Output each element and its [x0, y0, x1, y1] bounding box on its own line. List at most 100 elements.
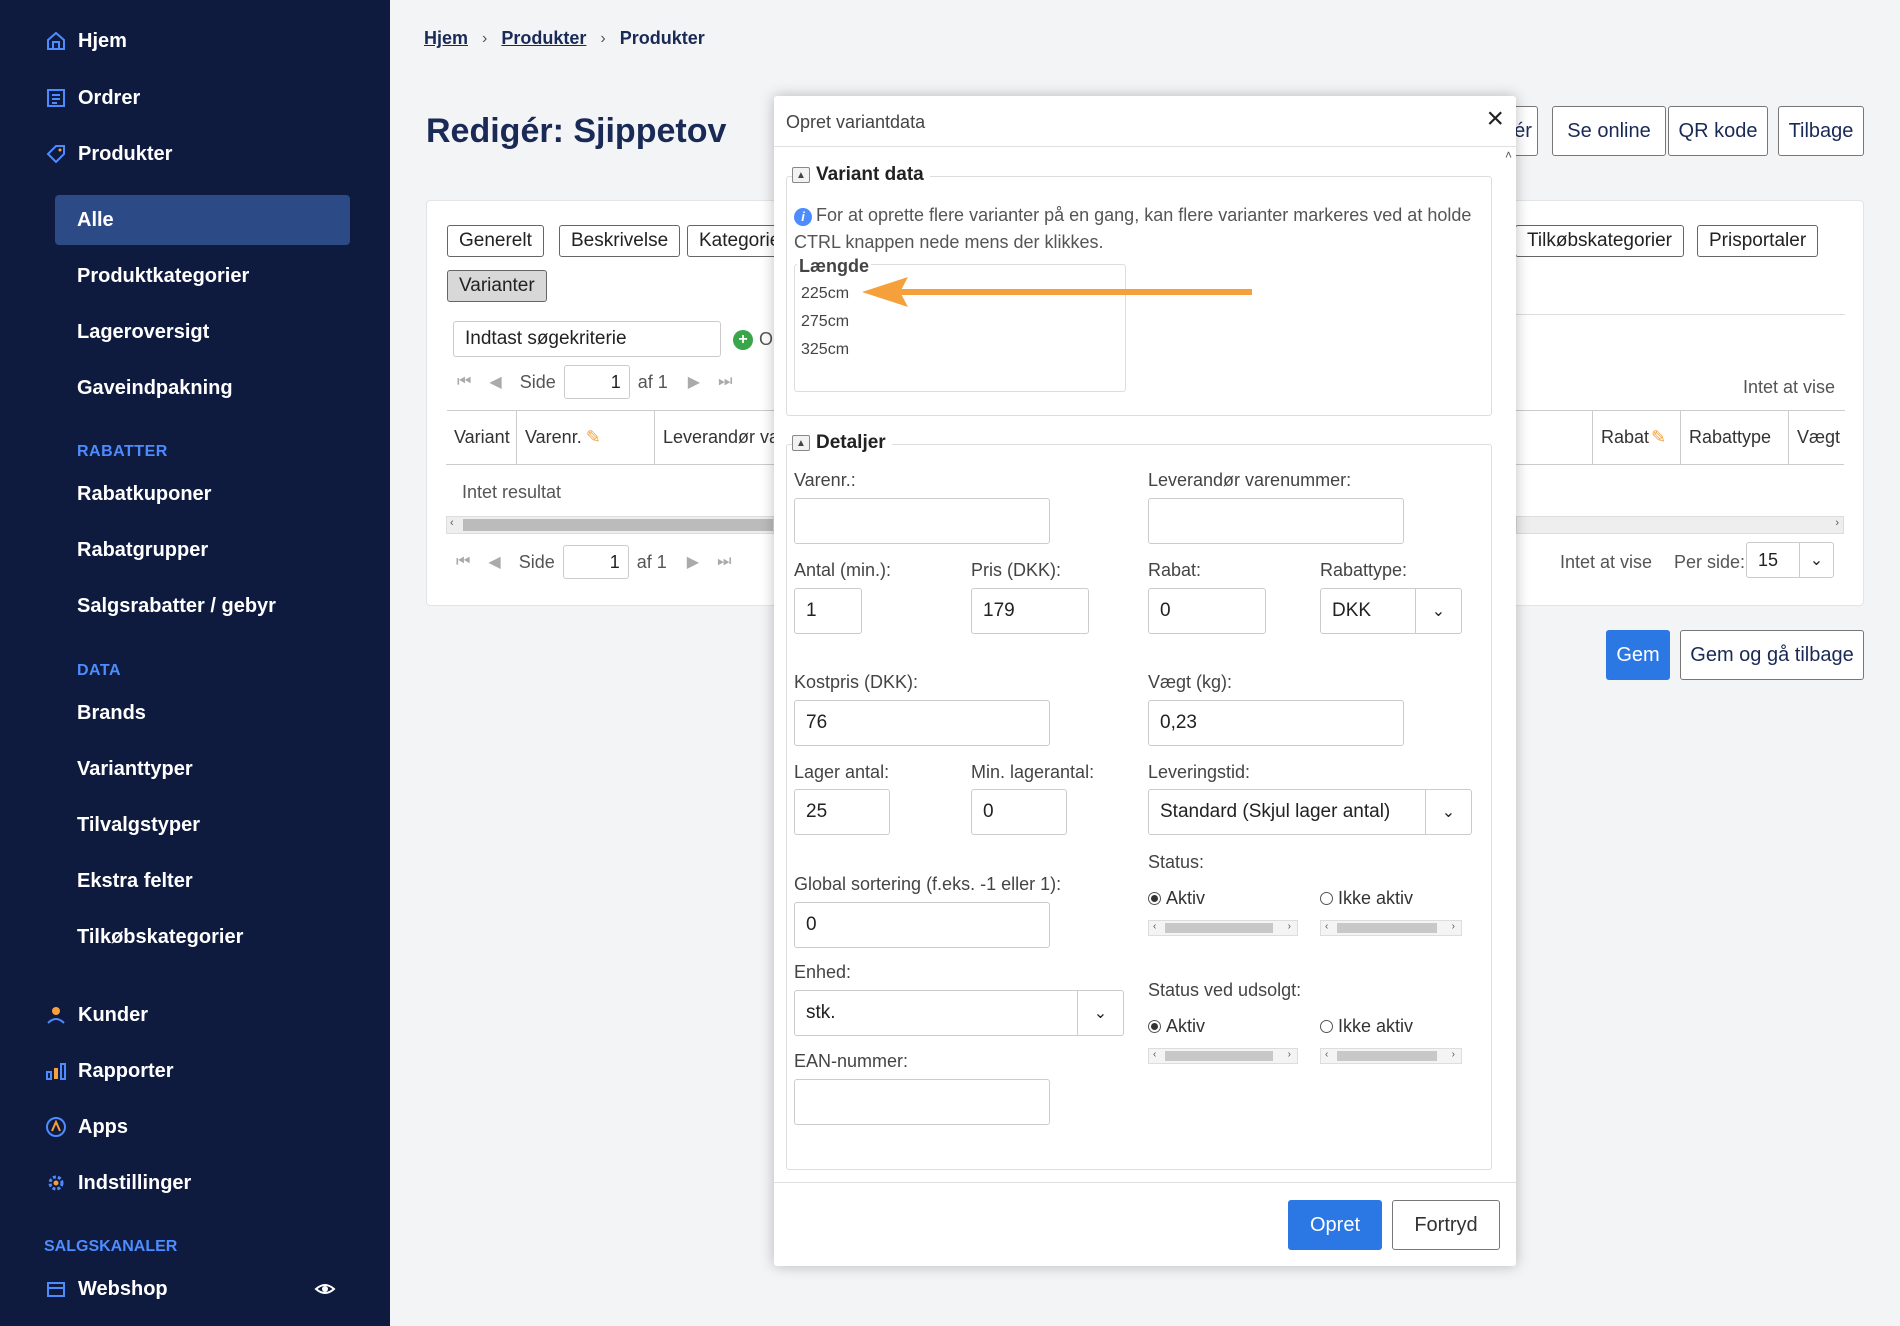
first-page-icon[interactable]: ⏮ — [457, 373, 471, 391]
list-option[interactable]: 275cm — [801, 313, 849, 331]
sidebar-sub-alle[interactable]: Alle — [77, 200, 114, 240]
sidebar-sub-gaveindpakning[interactable]: Gaveindpakning — [77, 368, 233, 408]
enhed-select[interactable]: stk. ⌄ — [794, 990, 1124, 1036]
tab-tilkobskategorier[interactable]: Tilkøbskategorier — [1515, 225, 1685, 257]
rabat-input[interactable]: 0 — [1148, 588, 1266, 634]
column-header-vaegt[interactable]: Vægt — [1788, 410, 1844, 464]
udsolgt-ikke-aktiv-radio[interactable]: Ikke aktiv — [1320, 1016, 1413, 1037]
pris-input[interactable]: 179 — [971, 588, 1089, 634]
tab-beskrivelse[interactable]: Beskrivelse — [559, 225, 681, 257]
tab-kategorier[interactable]: Kategorie — [687, 225, 777, 257]
status-scrollbar-1[interactable]: ‹ › — [1148, 920, 1298, 936]
sortering-input[interactable]: 0 — [794, 902, 1050, 948]
ean-input[interactable] — [794, 1079, 1050, 1125]
sidebar-item-salgsrabatter[interactable]: Salgsrabatter / gebyr — [77, 586, 276, 626]
prev-page-icon[interactable]: ◀ — [488, 552, 500, 572]
last-page-icon[interactable]: ⏭ — [717, 553, 731, 571]
scroll-right-icon[interactable]: › — [1835, 517, 1839, 529]
collapse-icon[interactable]: ▲ — [792, 435, 810, 451]
rabattype-select[interactable]: DKK ⌄ — [1320, 588, 1462, 634]
sidebar-item-ordrer[interactable]: Ordrer — [44, 78, 140, 118]
scroll-up-icon[interactable]: ˄ — [1505, 148, 1512, 162]
sidebar-item-rapporter[interactable]: Rapporter — [44, 1051, 174, 1091]
udsolgt-scrollbar-2[interactable]: ‹ › — [1320, 1048, 1462, 1064]
collapse-icon[interactable]: ▲ — [792, 167, 810, 183]
tab-prisportaler[interactable]: Prisportaler — [1697, 225, 1819, 257]
next-page-icon[interactable]: ▶ — [688, 372, 700, 392]
first-page-icon[interactable]: ⏮ — [456, 553, 470, 571]
scroll-thumb[interactable] — [1165, 923, 1273, 933]
prev-page-icon[interactable]: ◀ — [489, 372, 501, 392]
status-scrollbar-2[interactable]: ‹ › — [1320, 920, 1462, 936]
add-variant-button[interactable]: + O — [733, 329, 773, 350]
tilbage-button[interactable]: Tilbage — [1778, 106, 1864, 156]
antal-input[interactable]: 1 — [794, 588, 862, 634]
udsolgt-aktiv-radio[interactable]: Aktiv — [1148, 1016, 1205, 1037]
scroll-left-icon[interactable]: ‹ — [1153, 921, 1156, 932]
scroll-right-icon[interactable]: › — [1452, 921, 1455, 932]
sidebar-sub-produktkategorier[interactable]: Produktkategorier — [77, 256, 249, 296]
eye-icon[interactable] — [314, 1278, 336, 1305]
table-scrollbar-left[interactable]: ‹ — [446, 516, 774, 534]
variant-search-input[interactable]: Indtast søgekriterie — [453, 321, 721, 357]
status-ikke-aktiv-radio[interactable]: Ikke aktiv — [1320, 888, 1413, 909]
column-header-rabat[interactable]: Rabat ✎ — [1592, 410, 1680, 464]
sidebar-item-hjem[interactable]: Hjem — [44, 21, 127, 61]
tab-generelt[interactable]: Generelt — [447, 225, 544, 257]
close-icon[interactable]: × — [1486, 102, 1504, 136]
qr-kode-button[interactable]: QR kode — [1668, 106, 1768, 156]
udsolgt-scrollbar-1[interactable]: ‹ › — [1148, 1048, 1298, 1064]
vaegt-input[interactable]: 0,23 — [1148, 700, 1404, 746]
column-header-leverandor[interactable]: Leverandør va — [654, 410, 774, 464]
sidebar-item-varianttyper[interactable]: Varianttyper — [77, 749, 193, 789]
scroll-left-icon[interactable]: ‹ — [1325, 921, 1328, 932]
sidebar-item-webshop[interactable]: Webshop — [44, 1269, 168, 1309]
sidebar-sub-lageroversigt[interactable]: Lageroversigt — [77, 312, 209, 352]
scroll-thumb[interactable] — [463, 519, 773, 531]
sidebar-item-apps[interactable]: Apps — [44, 1107, 128, 1147]
breadcrumb-link-produkter[interactable]: Produkter — [501, 28, 586, 49]
cancel-button[interactable]: Fortryd — [1392, 1200, 1500, 1250]
page-number-input[interactable] — [563, 365, 630, 399]
scroll-right-icon[interactable]: › — [1452, 1049, 1455, 1060]
scroll-thumb[interactable] — [1337, 1051, 1437, 1061]
last-page-icon[interactable]: ⏭ — [718, 373, 732, 391]
sidebar-item-kunder[interactable]: Kunder — [44, 995, 148, 1035]
column-header-variant[interactable]: Variant — [446, 410, 516, 464]
lager-input[interactable]: 25 — [794, 789, 890, 835]
kostpris-input[interactable]: 76 — [794, 700, 1050, 746]
sidebar-item-ekstra-felter[interactable]: Ekstra felter — [77, 861, 193, 901]
per-side-select[interactable]: 15 ⌄ — [1746, 542, 1834, 578]
leveringstid-select[interactable]: Standard (Skjul lager antal) ⌄ — [1148, 789, 1472, 835]
scroll-left-icon[interactable]: ‹ — [1153, 1049, 1156, 1060]
breadcrumb-link-hjem[interactable]: Hjem — [424, 28, 468, 49]
table-scrollbar-right[interactable]: › — [1516, 516, 1844, 534]
column-header-rabattype[interactable]: Rabattype — [1680, 410, 1788, 464]
sidebar-item-produkter[interactable]: Produkter — [44, 134, 172, 174]
scroll-right-icon[interactable]: › — [1288, 921, 1291, 932]
column-header-varenr[interactable]: Varenr. ✎ — [516, 410, 654, 464]
scroll-thumb[interactable] — [1337, 923, 1437, 933]
list-option[interactable]: 325cm — [801, 341, 849, 359]
leverandor-input[interactable] — [1148, 498, 1404, 544]
sidebar-item-indstillinger[interactable]: Indstillinger — [44, 1163, 191, 1203]
min-lager-input[interactable]: 0 — [971, 789, 1067, 835]
scroll-thumb[interactable] — [1165, 1051, 1273, 1061]
sidebar-item-rabatgrupper[interactable]: Rabatgrupper — [77, 530, 208, 570]
variant-data-legend[interactable]: ▲ Variant data — [792, 164, 930, 186]
tab-varianter[interactable]: Varianter — [447, 270, 547, 302]
varenr-input[interactable] — [794, 498, 1050, 544]
se-online-button[interactable]: Se online — [1552, 106, 1666, 156]
scroll-left-icon[interactable]: ‹ — [1325, 1049, 1328, 1060]
status-aktiv-radio[interactable]: Aktiv — [1148, 888, 1205, 909]
list-option[interactable]: 225cm — [801, 285, 849, 303]
next-page-icon[interactable]: ▶ — [687, 552, 699, 572]
sidebar-item-tilkobskategorier[interactable]: Tilkøbskategorier — [77, 917, 243, 957]
scroll-right-icon[interactable]: › — [1288, 1049, 1291, 1060]
sidebar-item-brands[interactable]: Brands — [77, 693, 146, 733]
page-number-input[interactable] — [562, 545, 629, 579]
save-button[interactable]: Gem — [1606, 630, 1670, 680]
scroll-left-icon[interactable]: ‹ — [450, 517, 454, 529]
details-legend[interactable]: ▲ Detaljer — [792, 432, 892, 454]
create-button[interactable]: Opret — [1288, 1200, 1382, 1250]
